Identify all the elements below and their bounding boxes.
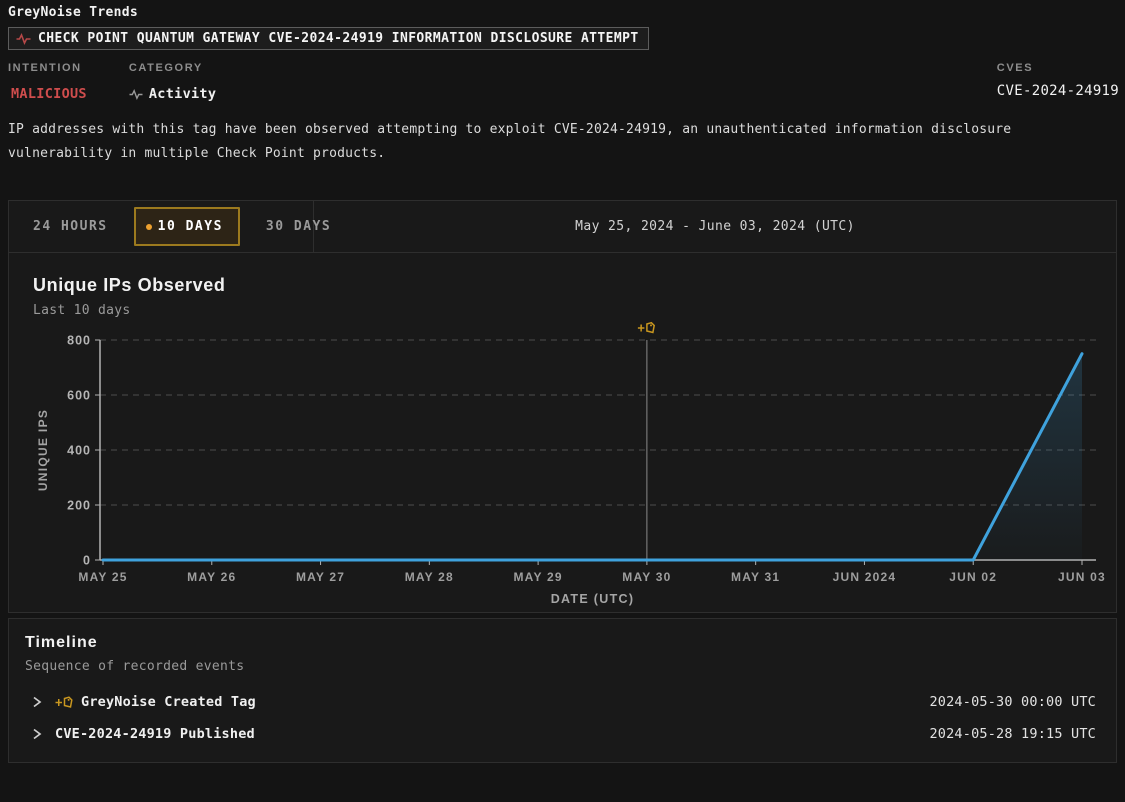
time-range-toolbar: 24 HOURS 10 DAYS 30 DAYS May 25, 2024 - … [9,201,1116,253]
chart-title: Unique IPs Observed [33,275,1092,296]
cves-value: CVE-2024-24919 [997,83,1119,99]
svg-text:MAY 29: MAY 29 [513,570,562,584]
intention-block: INTENTION MALICIOUS [8,62,87,102]
timeline-subtitle: Sequence of recorded events [25,659,1096,674]
svg-text:MAY 25: MAY 25 [78,570,127,584]
timeline-event-row[interactable]: GreyNoise Created Tag 2024-05-30 00:00 U… [25,686,1096,718]
tag-plus-icon [55,695,73,710]
category-label: CATEGORY [129,62,216,74]
cves-label: CVES [997,62,1119,74]
tab-10-days[interactable]: 10 DAYS [134,207,240,246]
svg-text:800: 800 [67,334,91,348]
category-block: CATEGORY Activity [129,62,216,102]
timeline-event-timestamp: 2024-05-28 19:15 UTC [929,726,1096,742]
chart-subtitle: Last 10 days [33,303,1092,318]
timeline-event-row[interactable]: CVE-2024-24919 Published 2024-05-28 19:1… [25,718,1096,750]
svg-text:0: 0 [83,554,91,568]
svg-text:600: 600 [67,389,91,403]
svg-text:MAY 27: MAY 27 [296,570,345,584]
activity-pulse-icon [16,32,31,46]
timeline-event-label: CVE-2024-24919 Published [55,726,255,742]
svg-text:DATE (UTC): DATE (UTC) [551,592,635,606]
intention-value: MALICIOUS [8,86,87,102]
range-tabs: 24 HOURS 10 DAYS 30 DAYS [9,201,314,252]
chevron-right-icon[interactable] [32,694,42,710]
tag-plus-icon [638,323,654,333]
tag-description: IP addresses with this tag have been obs… [8,118,1119,166]
date-range-display: May 25, 2024 - June 03, 2024 (UTC) [314,219,1116,234]
timeline-panel: Timeline Sequence of recorded events Gre… [8,618,1117,763]
trend-chart-svg[interactable]: 0 200 400 600 800 MAY 25 MAY 26 MAY 27 MAY 28 MAY… [9,320,1116,608]
timeline-event-timestamp: 2024-05-30 00:00 UTC [929,694,1096,710]
timeline-title: Timeline [25,634,1096,652]
selected-dot-icon [146,224,152,230]
svg-text:UNIQUE IPS: UNIQUE IPS [36,409,50,491]
category-value: Activity [149,86,216,102]
svg-text:400: 400 [67,444,91,458]
chart-header: Unique IPs Observed Last 10 days [9,253,1116,318]
cves-block: CVES CVE-2024-24919 [997,62,1119,99]
intention-label: INTENTION [8,62,87,74]
activity-pulse-icon [129,88,143,101]
trends-panel: 24 HOURS 10 DAYS 30 DAYS May 25, 2024 - … [8,200,1117,613]
svg-text:MAY 30: MAY 30 [622,570,671,584]
tag-title-bar[interactable]: CHECK POINT QUANTUM GATEWAY CVE-2024-249… [8,27,649,50]
greynoise-trends-page: GreyNoise Trends CHECK POINT QUANTUM GAT… [0,0,1125,763]
timeline-event-label: GreyNoise Created Tag [81,694,256,710]
svg-text:MAY 28: MAY 28 [405,570,454,584]
svg-text:JUN 03: JUN 03 [1058,570,1106,584]
svg-text:MAY 31: MAY 31 [731,570,780,584]
svg-text:200: 200 [67,499,91,513]
tab-24-hours[interactable]: 24 HOURS [33,219,108,234]
svg-text:MAY 26: MAY 26 [187,570,236,584]
tag-name: CHECK POINT QUANTUM GATEWAY CVE-2024-249… [38,31,639,46]
tag-meta-row: INTENTION MALICIOUS CATEGORY Activity CV… [8,62,1119,102]
page-title: GreyNoise Trends [8,5,1119,20]
svg-text:JUN 2024: JUN 2024 [833,570,897,584]
chevron-right-icon[interactable] [32,726,42,742]
svg-text:JUN 02: JUN 02 [949,570,997,584]
unique-ips-chart[interactable]: 0 200 400 600 800 MAY 25 MAY 26 MAY 27 MAY 28 MAY… [9,320,1116,612]
